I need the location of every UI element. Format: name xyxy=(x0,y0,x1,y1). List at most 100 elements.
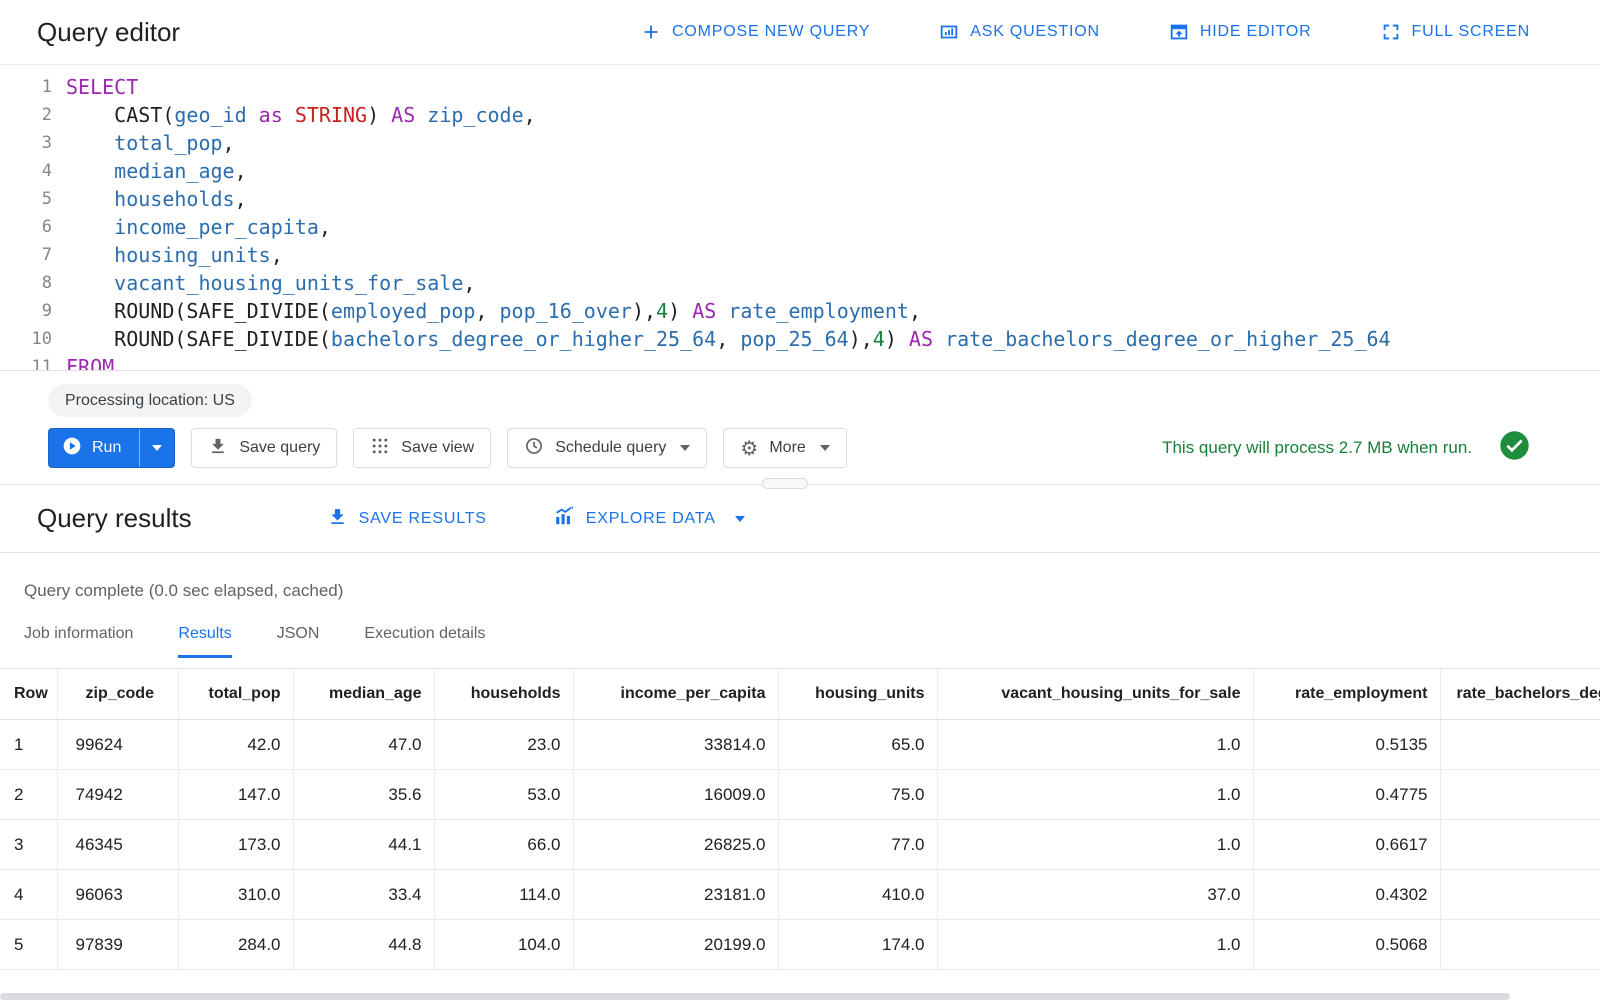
table-cell: 4 xyxy=(0,870,57,920)
table-cell: 2 xyxy=(0,770,57,820)
table-cell: 26825.0 xyxy=(573,820,778,870)
results-title: Query results xyxy=(37,503,192,534)
table-cell: 410.0 xyxy=(778,870,937,920)
compose-new-query-button[interactable]: COMPOSE NEW QUERY xyxy=(640,21,870,43)
explore-data-button[interactable]: EXPLORE DATA xyxy=(553,505,745,532)
ask-question-button[interactable]: ASK QUESTION xyxy=(938,21,1100,43)
line-number: 4 xyxy=(0,157,52,185)
sql-editor[interactable]: 1234567891011 SELECT CAST(geo_id as STRI… xyxy=(0,65,1600,371)
table-cell: 173.0 xyxy=(178,820,293,870)
download-icon xyxy=(327,506,348,532)
save-query-button[interactable]: Save query xyxy=(191,428,337,468)
query-size-note: This query will process 2.7 MB when run. xyxy=(1162,430,1530,466)
table-cell: 46345 xyxy=(57,820,178,870)
table-cell: 174.0 xyxy=(778,920,937,970)
ask-question-label: ASK QUESTION xyxy=(970,23,1100,41)
tab-results[interactable]: Results xyxy=(178,625,231,658)
chevron-down-icon xyxy=(152,445,162,451)
table-cell: 310.0 xyxy=(178,870,293,920)
more-button[interactable]: ⚙ More xyxy=(723,428,846,468)
table-cell: 20199.0 xyxy=(573,920,778,970)
query-status: Query complete (0.0 sec elapsed, cached) xyxy=(24,581,1600,601)
table-cell: 99624 xyxy=(57,720,178,770)
processing-location-chip: Processing location: US xyxy=(48,384,252,417)
table-cell: 47.0 xyxy=(293,720,434,770)
run-dropdown-caret[interactable] xyxy=(139,429,174,467)
table-cell: 23.0 xyxy=(434,720,573,770)
tab-job-information[interactable]: Job information xyxy=(24,625,133,658)
table-cell: 42.0 xyxy=(178,720,293,770)
page-title: Query editor xyxy=(37,17,180,48)
table-cell: 37.0 xyxy=(937,870,1253,920)
toolbar-buttons-row: Run Save query Save view Sche xyxy=(48,428,1530,468)
header-actions: COMPOSE NEW QUERY ASK QUESTION HIDE EDIT… xyxy=(640,21,1530,43)
table-row: 19962442.047.023.033814.065.01.00.5135 xyxy=(0,720,1600,770)
line-number: 6 xyxy=(0,213,52,241)
line-number: 5 xyxy=(0,185,52,213)
results-tabs: Job information Results JSON Execution deta… xyxy=(24,625,1600,658)
table-cell: 23181.0 xyxy=(573,870,778,920)
download-icon xyxy=(208,436,228,461)
run-label: Run xyxy=(92,439,121,457)
table-row: 274942147.035.653.016009.075.01.00.4775 xyxy=(0,770,1600,820)
run-button[interactable]: Run xyxy=(48,428,175,468)
run-button-main[interactable]: Run xyxy=(49,429,139,467)
full-screen-button[interactable]: FULL SCREEN xyxy=(1380,21,1530,43)
table-cell: 1.0 xyxy=(937,920,1253,970)
table-cell xyxy=(1440,770,1600,820)
table-cell xyxy=(1440,920,1600,970)
column-header-rate_employment: rate_employment xyxy=(1253,669,1440,720)
check-circle-icon xyxy=(1499,430,1530,466)
query-size-text: This query will process 2.7 MB when run. xyxy=(1162,438,1472,458)
table-cell: 147.0 xyxy=(178,770,293,820)
line-number: 7 xyxy=(0,241,52,269)
code-line: SELECT xyxy=(66,73,1600,101)
table-row: 597839284.044.8104.020199.0174.01.00.506… xyxy=(0,920,1600,970)
explore-data-label: EXPLORE DATA xyxy=(586,510,716,528)
table-cell: 3 xyxy=(0,820,57,870)
column-header-vacant_housing_units_for_sale: vacant_housing_units_for_sale xyxy=(937,669,1253,720)
table-cell: 77.0 xyxy=(778,820,937,870)
tab-execution-details[interactable]: Execution details xyxy=(364,625,485,658)
query-results-section: Query results SAVE RESULTS EXPLORE DATA xyxy=(0,485,1600,970)
line-numbers: 1234567891011 xyxy=(0,73,52,370)
horizontal-scrollbar-thumb[interactable] xyxy=(0,993,1510,1000)
schedule-query-button[interactable]: Schedule query xyxy=(507,428,707,468)
code-line: households, xyxy=(66,185,1600,213)
gear-icon: ⚙ xyxy=(740,438,758,458)
table-cell: 33814.0 xyxy=(573,720,778,770)
code-line: vacant_housing_units_for_sale, xyxy=(66,269,1600,297)
panel-splitter-handle[interactable] xyxy=(762,478,808,489)
code-line: ROUND(SAFE_DIVIDE(bachelors_degree_or_hi… xyxy=(66,325,1600,353)
line-number: 10 xyxy=(0,325,52,353)
code-line: FROM xyxy=(66,353,1600,371)
line-number: 1 xyxy=(0,73,52,101)
chevron-down-icon xyxy=(680,445,690,451)
column-header-housing_units: housing_units xyxy=(778,669,937,720)
save-results-button[interactable]: SAVE RESULTS xyxy=(327,506,487,532)
table-row: 496063310.033.4114.023181.0410.037.00.43… xyxy=(0,870,1600,920)
more-label: More xyxy=(769,439,805,457)
table-cell: 1.0 xyxy=(937,720,1253,770)
table-header-row: Rowzip_codetotal_popmedian_agehouseholds… xyxy=(0,669,1600,720)
hide-editor-icon xyxy=(1168,21,1190,43)
editor-toolbar: Processing location: US Run Save query xyxy=(0,371,1600,485)
save-view-button[interactable]: Save view xyxy=(353,428,491,468)
table-cell: 33.4 xyxy=(293,870,434,920)
table-cell: 0.5135 xyxy=(1253,720,1440,770)
bar-chart-icon xyxy=(553,505,575,532)
query-editor-header: Query editor COMPOSE NEW QUERY ASK QUEST… xyxy=(0,0,1600,65)
bigquery-app: Query editor COMPOSE NEW QUERY ASK QUEST… xyxy=(0,0,1600,1002)
hide-editor-button[interactable]: HIDE EDITOR xyxy=(1168,21,1312,43)
table-cell: 0.4775 xyxy=(1253,770,1440,820)
line-number: 8 xyxy=(0,269,52,297)
table-cell: 35.6 xyxy=(293,770,434,820)
column-header-zip_code: zip_code xyxy=(57,669,178,720)
schedule-query-label: Schedule query xyxy=(555,439,666,457)
hide-editor-label: HIDE EDITOR xyxy=(1200,23,1312,41)
results-table: Rowzip_codetotal_popmedian_agehouseholds… xyxy=(0,668,1600,970)
tab-json[interactable]: JSON xyxy=(277,625,320,658)
code-line: median_age, xyxy=(66,157,1600,185)
query-results-header: Query results SAVE RESULTS EXPLORE DATA xyxy=(0,485,1600,553)
horizontal-scrollbar[interactable] xyxy=(0,993,1600,1000)
